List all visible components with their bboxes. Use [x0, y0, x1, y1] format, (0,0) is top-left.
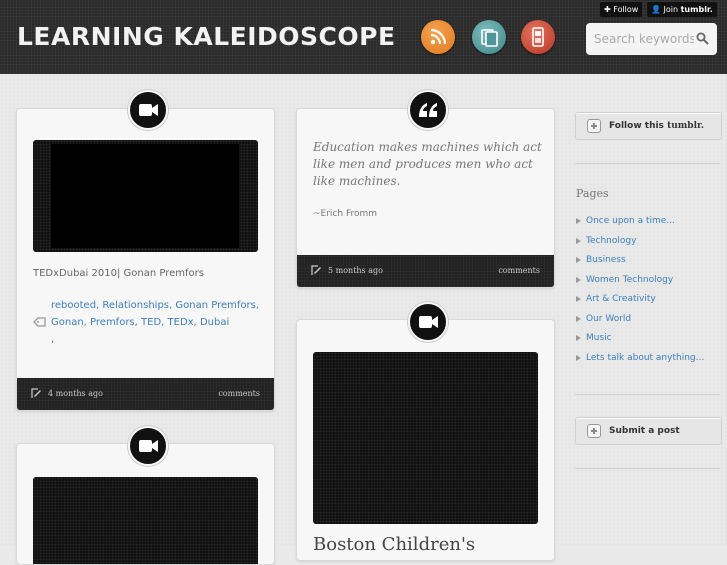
edit-icon[interactable]: [311, 265, 322, 276]
phone-icon[interactable]: [521, 20, 555, 54]
user-icon: 👤: [651, 5, 661, 14]
plus-icon: ✚: [604, 5, 611, 14]
tag-link[interactable]: Gonan,: [51, 317, 87, 328]
post-timestamp[interactable]: 4 months ago: [48, 389, 103, 398]
quote-post-icon: [408, 90, 448, 130]
site-title[interactable]: LEARNING KALEIDOSCOPE: [17, 22, 396, 51]
rss-icon[interactable]: [421, 20, 455, 54]
mobile-pages-icon[interactable]: [472, 20, 506, 54]
page-link[interactable]: Once upon a time...: [576, 215, 704, 235]
tag-icon: [33, 317, 46, 327]
comments-link[interactable]: comments: [498, 266, 540, 275]
post-footer: 4 months ago comments: [17, 378, 274, 410]
video-post: Boston Children's: [296, 319, 555, 561]
quote-source: ~Erich Fromm: [313, 209, 378, 219]
plus-icon: [587, 424, 601, 438]
tag-link[interactable]: TED,: [141, 317, 164, 328]
tag-link[interactable]: Premfors,: [90, 317, 138, 328]
main-content: TEDxDubai 2010| Gonan Premfors rebooted,…: [0, 74, 727, 565]
divider: [575, 468, 720, 469]
tag-link[interactable]: rebooted,: [51, 300, 99, 311]
page-link[interactable]: Business: [576, 254, 704, 274]
post-footer: 5 months ago comments: [297, 255, 554, 287]
plus-icon: [587, 119, 601, 133]
tag-link[interactable]: Premfors,: [211, 300, 259, 311]
site-header: LEARNING KALEIDOSCOPE ✚ Follow 👤 Join tu…: [0, 0, 727, 74]
tag-trailing: ,: [51, 334, 55, 345]
video-frame: [51, 144, 239, 248]
video-player[interactable]: [33, 477, 258, 564]
page-link[interactable]: Women Technology: [576, 274, 704, 294]
tag-link[interactable]: Dubai: [200, 317, 229, 328]
video-player[interactable]: [33, 140, 258, 252]
search-icon[interactable]: [696, 32, 709, 45]
comments-link[interactable]: comments: [218, 389, 260, 398]
tag-list: rebooted, Relationships, Gonan Premfors,…: [51, 297, 273, 348]
pages-heading: Pages: [576, 187, 609, 200]
video-post-icon: [128, 90, 168, 130]
page-link[interactable]: Our World: [576, 313, 704, 333]
follow-button[interactable]: ✚ Follow: [600, 2, 643, 17]
follow-tumblr-button[interactable]: Follow this tumblr.: [575, 112, 722, 140]
post-timestamp[interactable]: 5 months ago: [328, 266, 383, 275]
quote-post: Education makes machines which act like …: [296, 108, 555, 288]
pages-list: Once upon a time... Technology Business …: [576, 215, 704, 371]
post-caption: TEDxDubai 2010| Gonan Premfors: [33, 268, 204, 279]
search-box: [586, 23, 717, 55]
tag-link[interactable]: Gonan: [175, 300, 208, 311]
page-link[interactable]: Technology: [576, 235, 704, 255]
page-link[interactable]: Music: [576, 332, 704, 352]
edit-icon[interactable]: [31, 388, 42, 399]
divider: [575, 394, 720, 395]
page-link[interactable]: Art & Creativity: [576, 293, 704, 313]
video-player[interactable]: [313, 352, 538, 524]
divider: [575, 163, 720, 164]
video-post-icon: [408, 302, 448, 342]
tag-link[interactable]: TEDx,: [168, 317, 197, 328]
video-post: TEDxDubai 2010| Gonan Premfors rebooted,…: [16, 108, 275, 411]
quote-text: Education makes machines which act like …: [313, 140, 542, 188]
video-post-icon: [128, 426, 168, 466]
page-link[interactable]: Lets talk about anything...: [576, 352, 704, 372]
search-input[interactable]: [592, 31, 696, 47]
tag-link[interactable]: Relationships,: [102, 300, 172, 311]
submit-post-button[interactable]: Submit a post: [575, 417, 722, 445]
join-tumblr-button[interactable]: 👤 Join tumblr.: [647, 2, 717, 17]
